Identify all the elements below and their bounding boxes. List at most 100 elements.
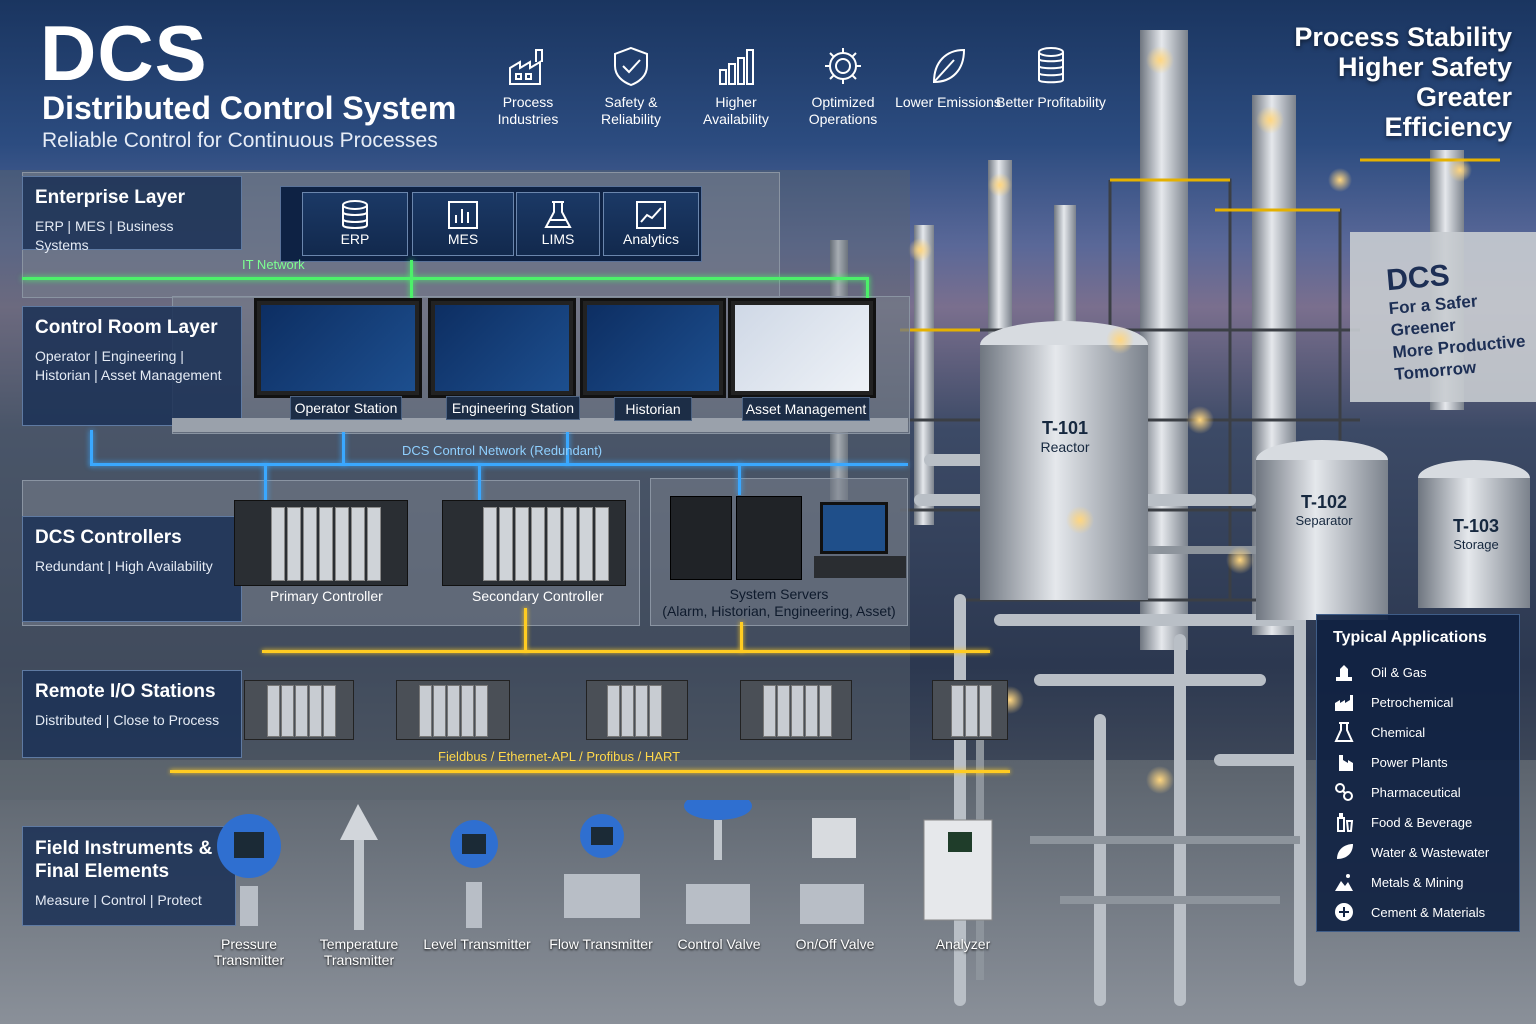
key-benefit: Greater Efficiency (1384, 82, 1512, 142)
tank-t103: T-103 Storage (1434, 516, 1518, 552)
mining-icon (1335, 874, 1353, 891)
it-network-drop (410, 260, 413, 300)
it-network-line (22, 277, 868, 280)
remote-io-station[interactable] (932, 680, 1008, 740)
remote-io-layer: Remote I/O Stations Distributed | Close … (22, 670, 242, 758)
flow-transmitter-icon (564, 814, 640, 918)
key-benefits-text: Process Stability Higher Safety Greater … (1292, 22, 1512, 142)
remote-io-station[interactable] (586, 680, 688, 740)
enterprise-label: ERP (340, 231, 370, 247)
controllers-layer: DCS Controllers Redundant | High Availab… (22, 516, 242, 622)
application-item: Pharmaceutical (1333, 777, 1503, 807)
leaf-icon (926, 44, 970, 88)
engineering-monitor[interactable] (428, 298, 576, 398)
device-label: Control Valve (677, 936, 761, 952)
enterprise-analytics[interactable]: Analytics (603, 192, 699, 256)
remote-io-station[interactable] (244, 680, 354, 740)
temperature-transmitter-icon (340, 804, 378, 930)
io-bus-drop (740, 622, 743, 652)
enterprise-label: Analytics (622, 231, 680, 247)
application-label: Food & Beverage (1371, 814, 1473, 830)
it-network-label: IT Network (242, 257, 305, 272)
trend-chart-icon (636, 201, 666, 229)
control-network-drop (342, 430, 345, 465)
level-transmitter-icon (450, 820, 498, 928)
enterprise-label: LIMS (541, 231, 575, 247)
water-drop-icon (1337, 844, 1353, 859)
station-label: Historian (614, 397, 692, 421)
application-label: Power Plants (1371, 754, 1448, 770)
layer-desc: Operator | Engineering | Historian | Ass… (35, 348, 222, 383)
analyzer-icon (923, 819, 993, 921)
benefit-process-industries: Process Industries (473, 44, 583, 128)
control-valve-icon (684, 800, 752, 924)
benefit-operations: Optimized Operations (788, 44, 898, 128)
applications-panel: Typical Applications Oil & Gas Petrochem… (1316, 614, 1520, 932)
tank-id: T-101 (1041, 418, 1089, 438)
control-network-drop (478, 463, 481, 503)
tank-id: T-102 (1300, 492, 1348, 512)
cement-icon (1335, 903, 1353, 921)
bar-chart-icon (714, 44, 758, 88)
applications-title: Typical Applications (1333, 629, 1487, 646)
application-item: Food & Beverage (1333, 807, 1503, 837)
benefit-label: Safety & Reliability (601, 94, 661, 127)
controller-label: Secondary Controller (472, 588, 604, 604)
enterprise-lims[interactable]: LIMS (516, 192, 600, 256)
factory-icon (506, 44, 550, 88)
device-label: On/Off Valve (795, 936, 875, 952)
layer-desc: Distributed | Close to Process (35, 712, 220, 728)
application-label: Petrochemical (1371, 694, 1454, 710)
tank-name: Reactor (1040, 439, 1090, 455)
remote-io-station[interactable] (740, 680, 852, 740)
enterprise-mes[interactable]: MES (412, 192, 514, 256)
benefit-safety: Safety & Reliability (576, 44, 686, 128)
application-label: Chemical (1371, 724, 1426, 740)
layer-title: Enterprise Layer (35, 187, 185, 208)
key-benefit: Process Stability (1294, 22, 1512, 52)
station-label: Operator Station (290, 396, 402, 420)
application-label: Cement & Materials (1371, 904, 1486, 920)
page-tagline: Reliable Control for Continuous Processe… (42, 129, 438, 152)
server-workstation (814, 556, 906, 578)
layer-title: Field Instruments & Final Elements (35, 838, 213, 882)
power-plant-icon (1335, 755, 1353, 771)
benefit-label: Better Profitability (996, 94, 1106, 110)
pressure-transmitter-icon (217, 814, 281, 926)
layer-title: Control Room Layer (35, 317, 218, 338)
control-network-label: DCS Control Network (Redundant) (402, 443, 603, 458)
application-label: Metals & Mining (1371, 874, 1464, 890)
remote-io-station[interactable] (396, 680, 510, 740)
petrochemical-icon (1335, 695, 1353, 711)
fieldbus-line (170, 770, 1010, 773)
servers-subtitle: (Alarm, Historian, Engineering, Asset) (662, 603, 896, 619)
key-benefit: Higher Safety (1337, 52, 1512, 82)
flask-icon (544, 201, 572, 228)
secondary-controller-rack[interactable] (442, 500, 626, 586)
application-item: Power Plants (1333, 747, 1503, 777)
control-network-drop (738, 463, 741, 495)
page-title: DCS (40, 9, 208, 97)
enterprise-erp[interactable]: ERP (302, 192, 408, 256)
layer-desc: ERP | MES | Business Systems (35, 218, 174, 253)
server-cabinet[interactable] (670, 496, 732, 580)
tank-name: Separator (1295, 513, 1353, 528)
operator-monitor[interactable] (254, 298, 422, 398)
control-room-layer: Control Room Layer Operator | Engineerin… (22, 306, 242, 426)
flask-icon (1334, 722, 1354, 742)
fieldbus-label: Fieldbus / Ethernet-APL / Profibus / HAR… (438, 749, 681, 764)
database-icon (342, 200, 368, 229)
server-cabinet[interactable] (736, 496, 802, 580)
asset-monitor[interactable] (728, 298, 876, 398)
application-item: Cement & Materials (1333, 897, 1503, 927)
gear-icon (821, 44, 865, 88)
server-monitor[interactable] (820, 502, 888, 554)
application-label: Water & Wastewater (1371, 844, 1490, 860)
enterprise-layer: Enterprise Layer ERP | MES | Business Sy… (22, 176, 242, 253)
enterprise-label: MES (447, 231, 479, 247)
control-network-drop (90, 430, 93, 465)
benefit-label: Higher Availability (703, 94, 769, 127)
historian-monitor[interactable] (580, 298, 726, 398)
tank-t101: T-101 Reactor (1020, 418, 1110, 455)
primary-controller-rack[interactable] (234, 500, 408, 586)
